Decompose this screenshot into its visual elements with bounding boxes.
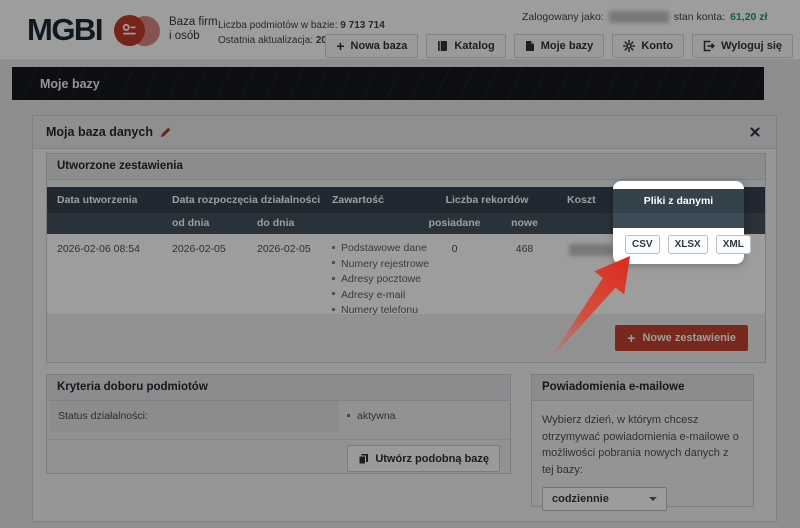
file-download-buttons: CSV XLSX XML (613, 228, 744, 254)
files-column-header: Pliki z danymi (613, 189, 744, 213)
download-xml-button[interactable]: XML (716, 235, 751, 254)
files-column-spotlight: Pliki z danymi CSV XLSX XML (613, 181, 744, 264)
dim-overlay (0, 0, 800, 528)
download-xlsx-button[interactable]: XLSX (668, 235, 708, 254)
download-csv-button[interactable]: CSV (625, 235, 660, 254)
files-column-subheader (613, 213, 744, 228)
